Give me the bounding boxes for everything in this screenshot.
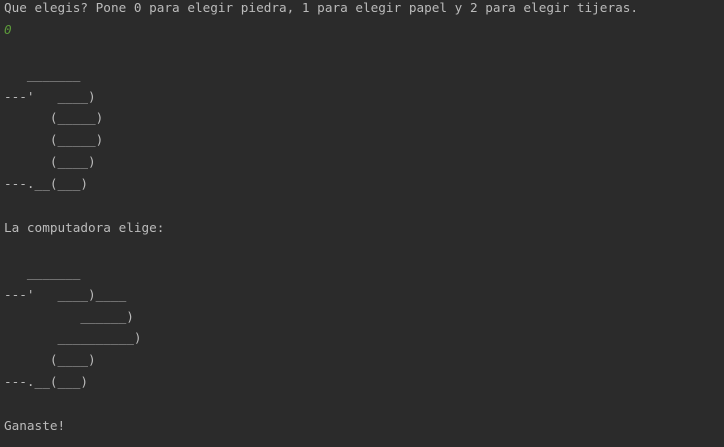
player-art-line: ---.__(___) xyxy=(4,176,89,191)
player-art-line: ---' ____) xyxy=(4,89,96,104)
player-art-line: (_____) xyxy=(4,110,104,125)
computer-art-line: _______ xyxy=(4,265,81,280)
player-art-line: _______ xyxy=(4,67,81,82)
run-console-output[interactable]: Que elegis? Pone 0 para elegir piedra, 1… xyxy=(0,0,724,447)
computer-art-line: ______) xyxy=(4,309,134,324)
result-text: Ganaste! xyxy=(4,418,66,433)
prompt-text: Que elegis? Pone 0 para elegir piedra, 1… xyxy=(4,0,638,15)
player-art-line: (____) xyxy=(4,154,96,169)
player-art-line: (_____) xyxy=(4,132,104,147)
computer-art-line: ---.__(___) xyxy=(4,374,89,389)
computer-art-line: ---' ____)____ xyxy=(4,287,127,302)
computer-choice-label: La computadora elige: xyxy=(4,220,165,235)
computer-art-line: (____) xyxy=(4,352,96,367)
user-input-text: 0 xyxy=(4,22,12,37)
computer-art-line: __________) xyxy=(4,330,142,345)
